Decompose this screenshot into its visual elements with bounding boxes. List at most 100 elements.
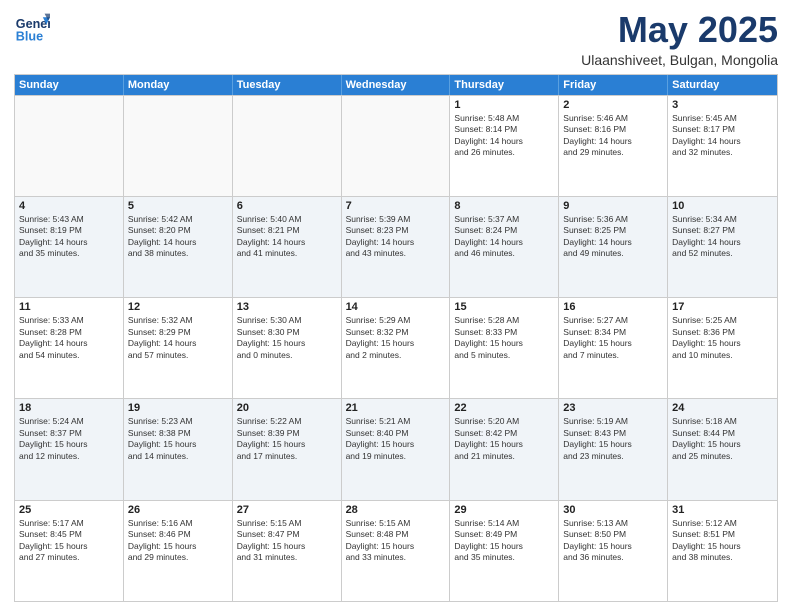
day-number: 6 [237,200,337,212]
calendar-day-cell: 16 Sunrise: 5:27 AM Sunset: 8:34 PM Dayli… [559,298,668,398]
day-number: 19 [128,402,228,414]
calendar-day-cell: 18 Sunrise: 5:24 AM Sunset: 8:37 PM Dayli… [15,399,124,499]
cal-header-day: Saturday [668,75,777,95]
day-number: 23 [563,402,663,414]
day-number: 27 [237,504,337,516]
day-info: Sunrise: 5:17 AM Sunset: 8:45 PM Dayligh… [19,518,119,564]
day-info: Sunrise: 5:19 AM Sunset: 8:43 PM Dayligh… [563,416,663,462]
day-number: 21 [346,402,446,414]
calendar-day-cell: 4 Sunrise: 5:43 AM Sunset: 8:19 PM Daylig… [15,197,124,297]
day-info: Sunrise: 5:32 AM Sunset: 8:29 PM Dayligh… [128,315,228,361]
calendar-day-cell: 26 Sunrise: 5:16 AM Sunset: 8:46 PM Dayli… [124,501,233,601]
day-number: 11 [19,301,119,313]
day-number: 13 [237,301,337,313]
day-number: 29 [454,504,554,516]
day-info: Sunrise: 5:21 AM Sunset: 8:40 PM Dayligh… [346,416,446,462]
day-number: 17 [672,301,773,313]
day-info: Sunrise: 5:20 AM Sunset: 8:42 PM Dayligh… [454,416,554,462]
day-number: 5 [128,200,228,212]
calendar-day-cell: 22 Sunrise: 5:20 AM Sunset: 8:42 PM Dayli… [450,399,559,499]
day-number: 20 [237,402,337,414]
calendar-day-cell: 30Sunrise: 5:13 AM Sunset: 8:50 PM Dayli… [559,501,668,601]
day-info: Sunrise: 5:15 AM Sunset: 8:47 PM Dayligh… [237,518,337,564]
day-info: Sunrise: 5:36 AM Sunset: 8:25 PM Dayligh… [563,214,663,260]
day-number: 24 [672,402,773,414]
day-number: 12 [128,301,228,313]
calendar-day-cell: 6 Sunrise: 5:40 AM Sunset: 8:21 PM Daylig… [233,197,342,297]
calendar-row: 1Sunrise: 5:48 AM Sunset: 8:14 PM Daylig… [15,95,777,196]
calendar-empty-cell [15,96,124,196]
calendar-day-cell: 23 Sunrise: 5:19 AM Sunset: 8:43 PM Dayli… [559,399,668,499]
cal-header-day: Friday [559,75,668,95]
calendar-empty-cell [124,96,233,196]
day-number: 4 [19,200,119,212]
day-info: Sunrise: 5:40 AM Sunset: 8:21 PM Dayligh… [237,214,337,260]
day-number: 18 [19,402,119,414]
svg-text:Blue: Blue [16,30,43,44]
cal-header-day: Wednesday [342,75,451,95]
calendar-header: SundayMondayTuesdayWednesdayThursdayFrid… [15,75,777,95]
day-number: 2 [563,99,663,111]
calendar-day-cell: 24Sunrise: 5:18 AM Sunset: 8:44 PM Dayli… [668,399,777,499]
logo: General Blue [14,10,50,46]
calendar-body: 1Sunrise: 5:48 AM Sunset: 8:14 PM Daylig… [15,95,777,601]
day-info: Sunrise: 5:29 AM Sunset: 8:32 PM Dayligh… [346,315,446,361]
day-info: Sunrise: 5:16 AM Sunset: 8:46 PM Dayligh… [128,518,228,564]
cal-header-day: Sunday [15,75,124,95]
calendar-day-cell: 21 Sunrise: 5:21 AM Sunset: 8:40 PM Dayli… [342,399,451,499]
day-number: 25 [19,504,119,516]
cal-header-day: Tuesday [233,75,342,95]
day-info: Sunrise: 5:43 AM Sunset: 8:19 PM Dayligh… [19,214,119,260]
day-info: Sunrise: 5:22 AM Sunset: 8:39 PM Dayligh… [237,416,337,462]
day-number: 22 [454,402,554,414]
day-info: Sunrise: 5:42 AM Sunset: 8:20 PM Dayligh… [128,214,228,260]
calendar-empty-cell [342,96,451,196]
calendar-day-cell: 17Sunrise: 5:25 AM Sunset: 8:36 PM Dayli… [668,298,777,398]
calendar-day-cell: 20 Sunrise: 5:22 AM Sunset: 8:39 PM Dayli… [233,399,342,499]
day-info: Sunrise: 5:48 AM Sunset: 8:14 PM Dayligh… [454,113,554,159]
main-title: May 2025 [581,10,778,50]
day-number: 26 [128,504,228,516]
day-number: 14 [346,301,446,313]
cal-header-day: Thursday [450,75,559,95]
subtitle: Ulaanshiveet, Bulgan, Mongolia [581,52,778,68]
calendar-day-cell: 19Sunrise: 5:23 AM Sunset: 8:38 PM Dayli… [124,399,233,499]
day-info: Sunrise: 5:24 AM Sunset: 8:37 PM Dayligh… [19,416,119,462]
calendar-day-cell: 7Sunrise: 5:39 AM Sunset: 8:23 PM Daylig… [342,197,451,297]
calendar-row: 18 Sunrise: 5:24 AM Sunset: 8:37 PM Dayli… [15,398,777,499]
calendar-day-cell: 2Sunrise: 5:46 AM Sunset: 8:16 PM Daylig… [559,96,668,196]
day-number: 31 [672,504,773,516]
calendar-day-cell: 11Sunrise: 5:33 AM Sunset: 8:28 PM Dayli… [15,298,124,398]
page: General Blue May 2025 Ulaanshiveet, Bulg… [0,0,792,612]
calendar-day-cell: 14 Sunrise: 5:29 AM Sunset: 8:32 PM Dayli… [342,298,451,398]
title-block: May 2025 Ulaanshiveet, Bulgan, Mongolia [581,10,778,68]
day-info: Sunrise: 5:30 AM Sunset: 8:30 PM Dayligh… [237,315,337,361]
calendar-day-cell: 29Sunrise: 5:14 AM Sunset: 8:49 PM Dayli… [450,501,559,601]
calendar-row: 25 Sunrise: 5:17 AM Sunset: 8:45 PM Dayli… [15,500,777,601]
day-number: 30 [563,504,663,516]
day-info: Sunrise: 5:39 AM Sunset: 8:23 PM Dayligh… [346,214,446,260]
day-info: Sunrise: 5:12 AM Sunset: 8:51 PM Dayligh… [672,518,773,564]
header: General Blue May 2025 Ulaanshiveet, Bulg… [14,10,778,68]
calendar-day-cell: 31 Sunrise: 5:12 AM Sunset: 8:51 PM Dayli… [668,501,777,601]
day-info: Sunrise: 5:34 AM Sunset: 8:27 PM Dayligh… [672,214,773,260]
day-number: 10 [672,200,773,212]
calendar-day-cell: 9Sunrise: 5:36 AM Sunset: 8:25 PM Daylig… [559,197,668,297]
calendar-day-cell: 28 Sunrise: 5:15 AM Sunset: 8:48 PM Dayli… [342,501,451,601]
calendar-day-cell: 12 Sunrise: 5:32 AM Sunset: 8:29 PM Dayli… [124,298,233,398]
day-number: 16 [563,301,663,313]
calendar-day-cell: 13 Sunrise: 5:30 AM Sunset: 8:30 PM Dayli… [233,298,342,398]
calendar: SundayMondayTuesdayWednesdayThursdayFrid… [14,74,778,602]
day-info: Sunrise: 5:27 AM Sunset: 8:34 PM Dayligh… [563,315,663,361]
calendar-day-cell: 3Sunrise: 5:45 AM Sunset: 8:17 PM Daylig… [668,96,777,196]
calendar-row: 4 Sunrise: 5:43 AM Sunset: 8:19 PM Daylig… [15,196,777,297]
day-number: 28 [346,504,446,516]
calendar-day-cell: 25 Sunrise: 5:17 AM Sunset: 8:45 PM Dayli… [15,501,124,601]
day-info: Sunrise: 5:15 AM Sunset: 8:48 PM Dayligh… [346,518,446,564]
day-number: 15 [454,301,554,313]
calendar-day-cell: 8 Sunrise: 5:37 AM Sunset: 8:24 PM Daylig… [450,197,559,297]
calendar-day-cell: 27 Sunrise: 5:15 AM Sunset: 8:47 PM Dayli… [233,501,342,601]
day-info: Sunrise: 5:37 AM Sunset: 8:24 PM Dayligh… [454,214,554,260]
day-info: Sunrise: 5:28 AM Sunset: 8:33 PM Dayligh… [454,315,554,361]
day-number: 8 [454,200,554,212]
